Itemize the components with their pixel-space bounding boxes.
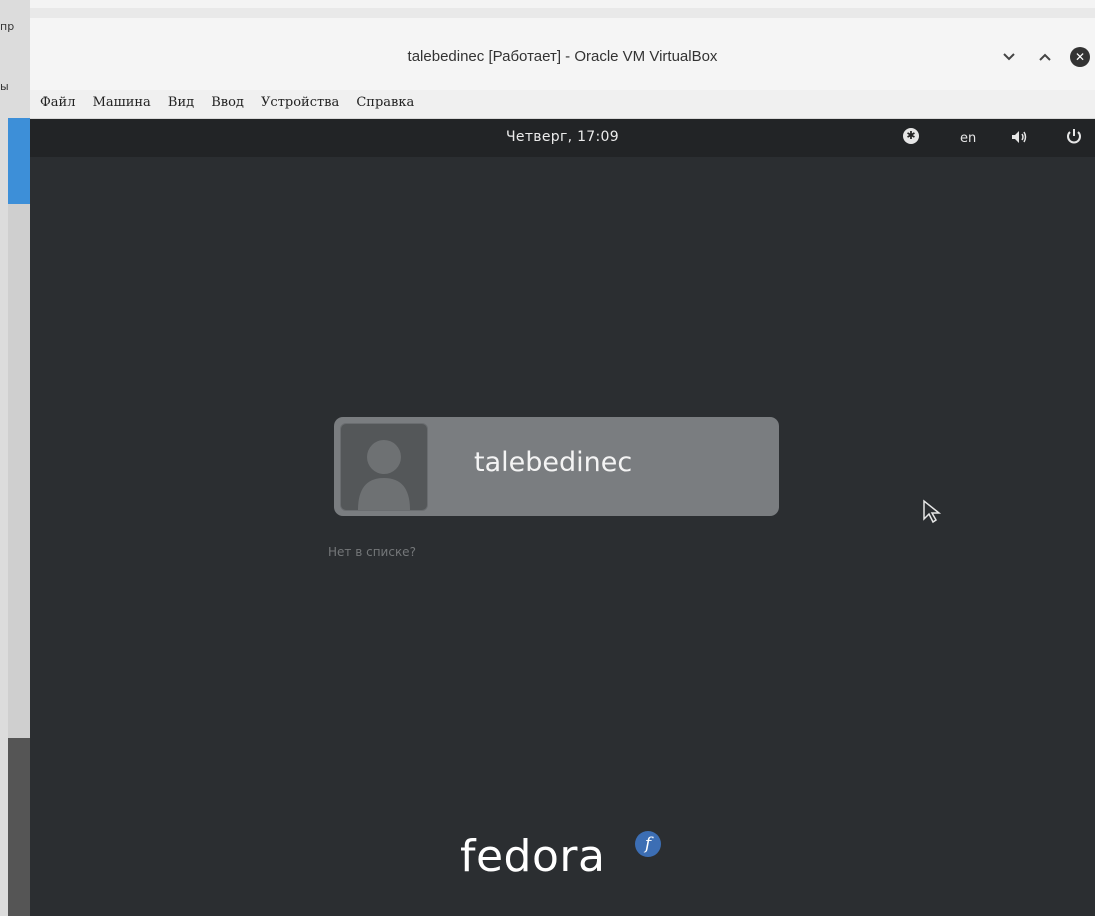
- menu-bar: Файл Машина Вид Ввод Устройства Справка: [30, 90, 1095, 119]
- fedora-infinity-icon: f: [635, 831, 661, 857]
- chevron-down-icon: [1003, 53, 1015, 61]
- user-login-card[interactable]: talebedinec: [334, 417, 779, 516]
- menu-file[interactable]: Файл: [34, 90, 81, 116]
- host-desktop-strip: пр ы: [0, 0, 30, 916]
- host-window-edge: [8, 204, 30, 738]
- virtualbox-window: talebedinec [Работает] - Oracle VM Virtu…: [30, 18, 1095, 916]
- maximize-button[interactable]: [1034, 46, 1056, 68]
- window-title: talebedinec [Работает] - Oracle VM Virtu…: [407, 48, 718, 65]
- guest-display[interactable]: Четверг, 17:09 ✱ en talebedinec Нет в сп…: [30, 119, 1095, 916]
- menu-view[interactable]: Вид: [162, 90, 200, 116]
- chevron-up-icon: [1039, 53, 1051, 61]
- power-icon[interactable]: [1065, 127, 1083, 150]
- user-silhouette-icon: [358, 440, 410, 510]
- mouse-cursor-icon: [922, 499, 942, 529]
- minimize-button[interactable]: [998, 46, 1020, 68]
- menu-help[interactable]: Справка: [350, 90, 420, 116]
- accessibility-icon[interactable]: ✱: [903, 128, 919, 144]
- username-label: talebedinec: [474, 447, 633, 478]
- window-titlebar[interactable]: talebedinec [Работает] - Oracle VM Virtu…: [30, 18, 1095, 90]
- host-window-edge: [8, 738, 30, 916]
- not-listed-link[interactable]: Нет в списке?: [328, 545, 416, 559]
- gnome-top-bar: Четверг, 17:09 ✱ en: [30, 119, 1095, 157]
- menu-devices[interactable]: Устройства: [255, 90, 345, 116]
- host-text-fragment: пр: [0, 20, 15, 33]
- clock[interactable]: Четверг, 17:09: [30, 129, 1095, 145]
- avatar: [340, 423, 428, 511]
- menu-input[interactable]: Ввод: [205, 90, 250, 116]
- close-button[interactable]: ✕: [1070, 47, 1090, 67]
- menu-machine[interactable]: Машина: [87, 90, 157, 116]
- host-desktop-top: [0, 0, 1095, 8]
- host-text-fragment: ы: [0, 80, 9, 93]
- fedora-logo: fedora: [460, 831, 606, 882]
- language-indicator[interactable]: en: [960, 131, 976, 146]
- power-symbol-icon: [1067, 129, 1081, 144]
- volume-icon[interactable]: [1010, 128, 1028, 150]
- host-window-edge: [8, 118, 30, 204]
- speaker-icon: [1012, 131, 1027, 143]
